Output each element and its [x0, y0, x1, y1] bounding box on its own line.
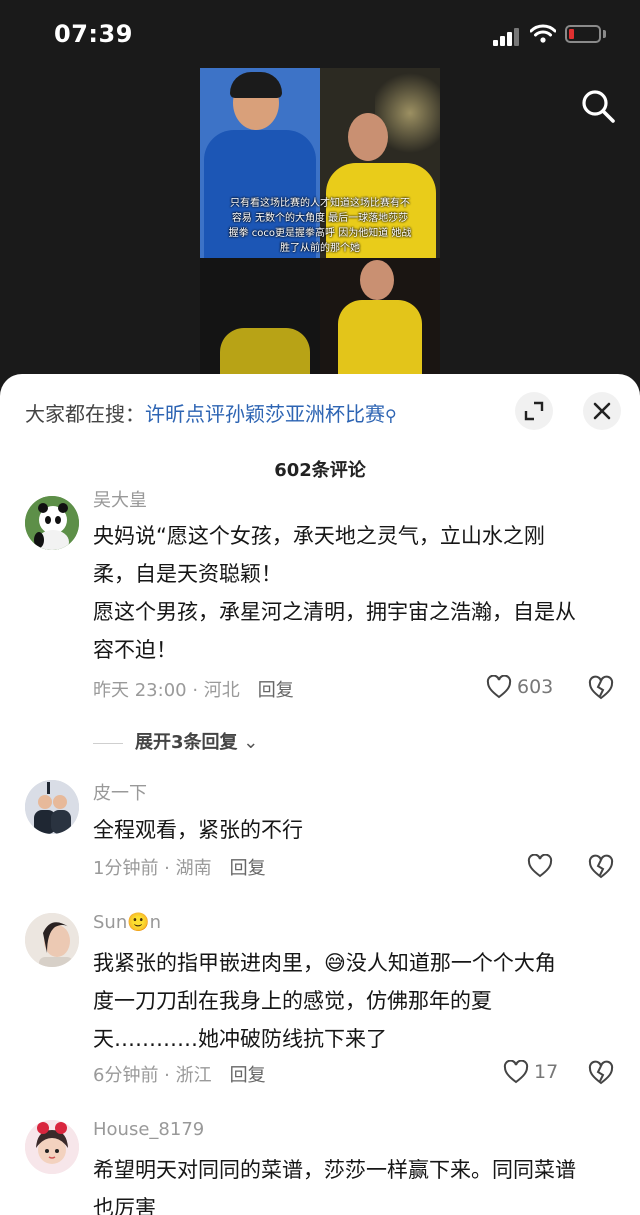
- comment-text: 全程观看，紧张的不行: [93, 811, 623, 849]
- avatar-image: [25, 1120, 79, 1174]
- comment-item: Sun🙂n 我紧张的指甲嵌进肉里，😅没人知道那一个个大角 度一刀刀刮在我身上的感…: [0, 911, 640, 1091]
- avatar-image: [25, 913, 79, 967]
- status-bar: 07:39: [0, 0, 640, 70]
- comment-username[interactable]: 皮一下: [93, 779, 147, 805]
- wifi-icon: [530, 24, 556, 43]
- caption-line: 容易 无数个的大角度 最后一球落地莎莎: [231, 213, 409, 224]
- comment-line: 也厉害: [93, 1196, 156, 1215]
- expand-icon: [524, 401, 544, 421]
- comment-username[interactable]: House_8179: [93, 1119, 204, 1140]
- battery-icon: [565, 25, 601, 43]
- like-button[interactable]: 603: [486, 674, 566, 702]
- expander-line: [93, 742, 123, 744]
- comment-meta: 6分钟前 · 浙江 回复: [93, 1061, 266, 1087]
- comment-line: 容不迫！: [93, 638, 177, 662]
- expand-sheet-button[interactable]: [515, 392, 553, 430]
- like-button[interactable]: 17: [503, 1059, 563, 1087]
- heart-icon: [527, 854, 553, 878]
- avatar[interactable]: [25, 496, 79, 550]
- reply-button[interactable]: 回复: [230, 858, 266, 879]
- chevron-down-icon: ⌄: [237, 732, 259, 753]
- heart-icon: [486, 675, 512, 699]
- search-small-icon: ⚲: [385, 406, 397, 425]
- status-time: 07:39: [54, 20, 133, 48]
- comment-line: 柔，自是天资聪颖！: [93, 562, 282, 586]
- video-frame-coach-clapping: [320, 258, 440, 378]
- dislike-broken-heart-icon[interactable]: [588, 854, 614, 880]
- search-suggestion-prefix: 大家都在搜：: [25, 402, 145, 426]
- comment-time-location: 昨天 23:00 · 河北: [93, 680, 240, 701]
- dislike-broken-heart-icon[interactable]: [588, 1060, 614, 1086]
- avatar-image: [25, 780, 79, 834]
- cellular-signal-icon: [493, 26, 521, 46]
- comment-username[interactable]: Sun🙂n: [93, 912, 161, 933]
- video-frame-crowd: [200, 258, 320, 378]
- comment-item: 吴大皇 央妈说“愿这个女孩，承天地之灵气，立山水之刚 柔，自是天资聪颖！ 愿这个…: [0, 490, 640, 762]
- avatar[interactable]: [25, 1120, 79, 1174]
- avatar[interactable]: [25, 913, 79, 967]
- search-icon[interactable]: [576, 84, 620, 128]
- comment-text: 希望明天对同同的菜谱，莎莎一样赢下来。同同菜谱 也厉害: [93, 1151, 623, 1215]
- video-player[interactable]: 只有看这场比赛的人才知道这场比赛有不 容易 无数个的大角度 最后一球落地莎莎 握…: [200, 68, 440, 378]
- comment-line: 愿这个男孩，承星河之清明，拥宇宙之浩瀚，自是从: [93, 600, 576, 624]
- comment-line: 天…………她冲破防线抗下来了: [93, 1027, 387, 1051]
- comment-line: 希望明天对同同的菜谱，莎莎一样赢下来。同同菜谱: [93, 1158, 576, 1182]
- video-caption: 只有看这场比赛的人才知道这场比赛有不 容易 无数个的大角度 最后一球落地莎莎 握…: [200, 196, 440, 256]
- comment-text: 我紧张的指甲嵌进肉里，😅没人知道那一个个大角 度一刀刀刮在我身上的感觉，仿佛那年…: [93, 944, 623, 1058]
- close-sheet-button[interactable]: [583, 392, 621, 430]
- heart-icon: [503, 1060, 529, 1084]
- expand-replies-button[interactable]: 展开3条回复 ⌄: [93, 728, 258, 754]
- comment-text: 央妈说“愿这个女孩，承天地之灵气，立山水之刚 柔，自是天资聪颖！ 愿这个男孩，承…: [93, 517, 623, 669]
- comment-time-location: 6分钟前 · 浙江: [93, 1065, 212, 1086]
- search-suggestion[interactable]: 大家都在搜：许昕点评孙颖莎亚洲杯比赛⚲: [25, 398, 397, 427]
- panda-avatar-image: [25, 496, 79, 550]
- reply-button[interactable]: 回复: [230, 1065, 266, 1086]
- close-icon: [593, 402, 611, 420]
- like-count: 603: [517, 676, 554, 698]
- reply-button[interactable]: 回复: [258, 680, 294, 701]
- comment-item: 皮一下 全程观看，紧张的不行 1分钟前 · 湖南 回复: [0, 778, 640, 888]
- comment-line: 我紧张的指甲嵌进肉里，😅没人知道那一个个大角: [93, 951, 556, 975]
- caption-line: 握拳 coco更是握拳高呼 因为他知道 她战: [228, 228, 412, 239]
- battery-tip: [603, 30, 606, 38]
- like-button[interactable]: [527, 853, 557, 881]
- comment-meta: 1分钟前 · 湖南 回复: [93, 854, 266, 880]
- comment-line: 央妈说“愿这个女孩，承天地之灵气，立山水之刚: [93, 524, 545, 548]
- dislike-broken-heart-icon[interactable]: [588, 675, 614, 701]
- caption-line: 胜了从前的那个她: [280, 243, 360, 254]
- comment-line: 全程观看，紧张的不行: [93, 818, 303, 842]
- expand-replies-text: 展开3条回复: [135, 732, 238, 753]
- like-count: 17: [534, 1061, 559, 1083]
- search-suggestion-query[interactable]: 许昕点评孙颖莎亚洲杯比赛: [145, 402, 385, 426]
- comment-item: House_8179 希望明天对同同的菜谱，莎莎一样赢下来。同同菜谱 也厉害: [0, 1118, 640, 1215]
- comment-line: 度一刀刀刮在我身上的感觉，仿佛那年的夏: [93, 989, 492, 1013]
- comment-time-location: 1分钟前 · 湖南: [93, 858, 212, 879]
- comment-username[interactable]: 吴大皇: [93, 486, 147, 512]
- comment-count: 602条评论: [274, 460, 366, 481]
- comment-sheet: 大家都在搜：许昕点评孙颖莎亚洲杯比赛⚲ 602条评论 吴大皇 央妈说“愿这个女孩…: [0, 374, 640, 1215]
- caption-line: 只有看这场比赛的人才知道这场比赛有不: [230, 198, 410, 209]
- comment-meta: 昨天 23:00 · 河北 回复: [93, 676, 294, 702]
- avatar[interactable]: [25, 780, 79, 834]
